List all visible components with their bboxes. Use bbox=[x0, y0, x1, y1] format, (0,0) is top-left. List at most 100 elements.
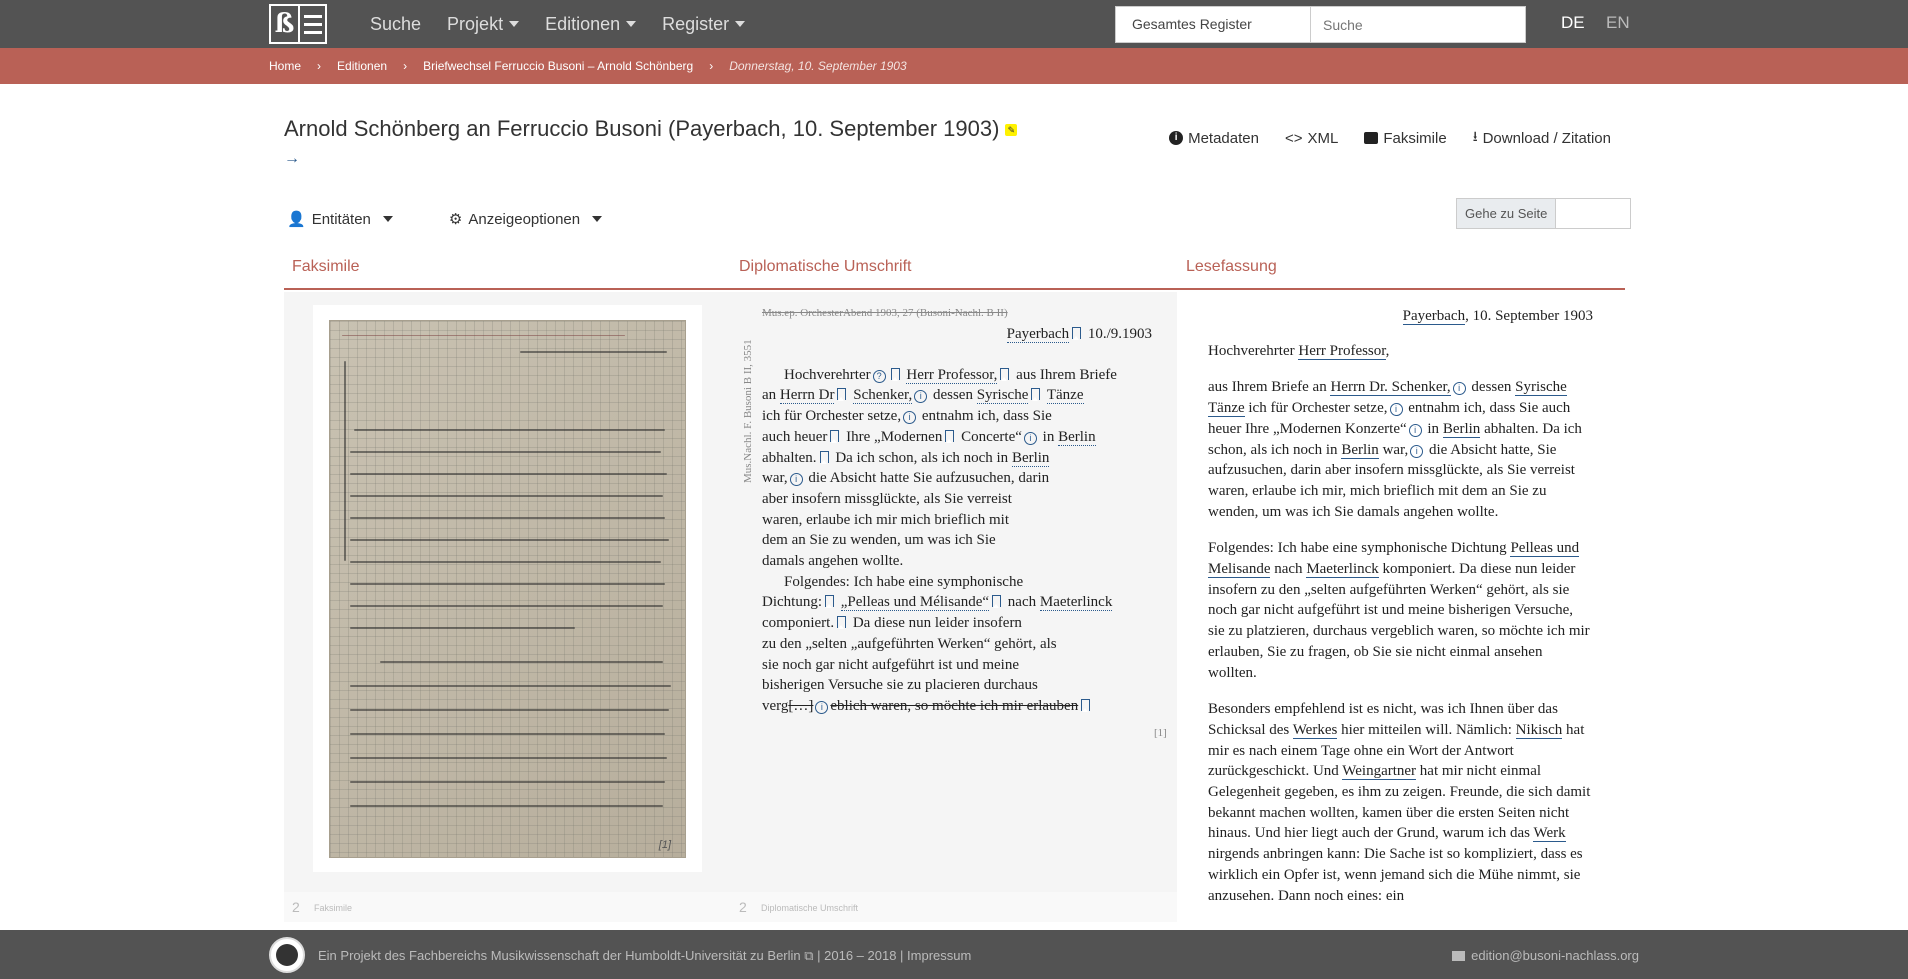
person-link[interactable]: Maeterlinck bbox=[1306, 561, 1379, 579]
breadcrumb-home[interactable]: Home bbox=[269, 59, 301, 73]
place-link[interactable]: Berlin bbox=[1058, 428, 1096, 446]
bookmark-icon[interactable] bbox=[1081, 698, 1091, 712]
person-link[interactable]: Schenker, bbox=[853, 387, 913, 405]
reading-text-span: war, bbox=[1378, 441, 1409, 458]
work-link[interactable]: Werkes bbox=[1292, 721, 1338, 739]
info-icon[interactable]: i bbox=[903, 411, 917, 425]
work-link[interactable]: „Pelleas und Mélisande“ bbox=[840, 594, 990, 612]
caret-down-icon bbox=[735, 21, 746, 27]
info-icon[interactable]: i bbox=[1410, 444, 1424, 458]
diplo-text: Dichtung: bbox=[762, 594, 822, 611]
handwriting-line bbox=[350, 627, 575, 629]
breadcrumb-correspondence[interactable]: Briefwechsel Ferruccio Busoni – Arnold S… bbox=[423, 59, 693, 73]
person-link[interactable]: Maeterlinck bbox=[1039, 594, 1113, 612]
diplo-text: verg bbox=[762, 697, 789, 714]
bookmark-icon[interactable] bbox=[819, 450, 829, 464]
info-icon[interactable]: i bbox=[1408, 423, 1422, 437]
xml-button[interactable]: <> XML bbox=[1285, 126, 1338, 150]
handwriting-line bbox=[350, 805, 663, 807]
bookmark-icon[interactable] bbox=[837, 388, 847, 402]
breadcrumb-separator: › bbox=[317, 59, 322, 73]
image-icon bbox=[1364, 132, 1379, 144]
handwriting-line bbox=[520, 351, 667, 353]
reading-paragraph: aus Ihrem Briefe an Herrn Dr. Schenker, i… bbox=[1208, 377, 1593, 522]
bookmark-icon[interactable] bbox=[825, 595, 834, 609]
logo-lines-icon bbox=[298, 6, 325, 42]
bookmark-icon[interactable] bbox=[837, 616, 847, 630]
page-2-diplomatic-label: Diplomatische Umschrift bbox=[761, 903, 859, 913]
breadcrumb-editionen[interactable]: Editionen bbox=[337, 59, 387, 73]
person-link[interactable]: Nikisch bbox=[1515, 721, 1563, 739]
info-icon[interactable]: i bbox=[789, 473, 803, 487]
question-icon[interactable]: ? bbox=[872, 369, 886, 383]
caret-down-icon bbox=[592, 216, 603, 222]
page-title-text: Arnold Schönberg an Ferruccio Busoni (Pa… bbox=[284, 116, 1000, 141]
work-link[interactable]: Tänze bbox=[1046, 387, 1084, 405]
bookmark-icon[interactable] bbox=[992, 595, 1002, 609]
handwriting-line bbox=[350, 605, 663, 607]
metadata-button[interactable]: i Metadaten bbox=[1169, 126, 1259, 150]
diplo-line: aber insofern missglückte, als Sie verre… bbox=[762, 490, 1012, 507]
nav-suche[interactable]: Suche bbox=[370, 14, 421, 35]
handwriting-line bbox=[350, 781, 665, 783]
work-link[interactable]: Syrische bbox=[976, 387, 1029, 405]
entities-label: Entitäten bbox=[311, 210, 371, 228]
breadcrumb-bar: Home › Editionen › Briefwechsel Ferrucci… bbox=[0, 48, 1908, 84]
place-link[interactable]: Payerbach bbox=[1006, 326, 1070, 343]
person-link[interactable]: Herrn Dr. Schenker, bbox=[1330, 379, 1451, 397]
bookmark-icon[interactable] bbox=[1031, 388, 1041, 402]
goto-page-input[interactable] bbox=[1556, 199, 1631, 228]
facsimile-button[interactable]: Faksimile bbox=[1364, 126, 1447, 150]
info-icon[interactable]: i bbox=[1389, 403, 1403, 417]
display-options-dropdown[interactable]: ⚙ Anzeigeoptionen bbox=[449, 210, 603, 228]
entities-dropdown[interactable]: 👤 Entitäten bbox=[287, 210, 393, 228]
place-link[interactable]: Berlin bbox=[1442, 420, 1481, 438]
footer-email[interactable]: edition@busoni-nachlass.org bbox=[1452, 948, 1639, 963]
person-link[interactable]: Herr Professor bbox=[1298, 342, 1386, 360]
bookmark-icon[interactable] bbox=[830, 429, 840, 443]
next-letter-arrow[interactable]: → bbox=[284, 150, 300, 168]
bookmark-icon[interactable] bbox=[890, 367, 900, 381]
person-link[interactable]: Herrn Dr bbox=[779, 387, 835, 405]
search-input[interactable] bbox=[1311, 6, 1526, 43]
lang-en[interactable]: EN bbox=[1606, 13, 1630, 33]
place-link[interactable]: Payerbach bbox=[1402, 308, 1466, 325]
reading-paragraph: Folgendes: Ich habe eine symphonische Di… bbox=[1208, 538, 1593, 683]
diplo-line: bisherigen Versuche sie zu placieren dur… bbox=[762, 677, 1038, 694]
info-icon[interactable]: i bbox=[914, 390, 928, 404]
search-scope-select[interactable]: Gesamtes Register bbox=[1115, 6, 1311, 43]
nav-projekt[interactable]: Projekt bbox=[447, 14, 520, 35]
diplo-line: abhalten. Da ich schon, als ich noch in … bbox=[762, 448, 1152, 469]
info-icon[interactable]: i bbox=[815, 700, 829, 714]
lang-de[interactable]: DE bbox=[1561, 13, 1585, 33]
bookmark-icon[interactable] bbox=[945, 429, 955, 443]
facsimile-image[interactable]: [1] bbox=[329, 320, 686, 858]
reading-text-span: nirgends anbringen kann: Die Sache ist s… bbox=[1208, 846, 1583, 904]
site-logo[interactable]: ß bbox=[269, 4, 327, 44]
info-icon[interactable]: i bbox=[1452, 382, 1466, 396]
bookmark-icon[interactable] bbox=[1000, 367, 1010, 381]
place-link[interactable]: Berlin bbox=[1341, 441, 1379, 459]
tab-faksimile[interactable]: Faksimile bbox=[292, 258, 360, 276]
work-link[interactable]: Werk bbox=[1533, 825, 1566, 843]
key-icon[interactable]: ✎ bbox=[1005, 124, 1018, 136]
tab-diplomatische-umschrift[interactable]: Diplomatische Umschrift bbox=[739, 258, 911, 276]
reading-text-span: in bbox=[1423, 420, 1443, 437]
person-link[interactable]: Weingartner bbox=[1342, 763, 1417, 781]
view-toolbar: 👤 Entitäten ⚙ Anzeigeoptionen bbox=[287, 210, 603, 228]
place-link[interactable]: Berlin bbox=[1011, 449, 1050, 467]
info-icon[interactable]: i bbox=[1023, 431, 1037, 445]
metadata-label: Metadaten bbox=[1188, 129, 1259, 147]
breadcrumb-separator: › bbox=[709, 59, 714, 73]
download-button[interactable]: ⭳ Download / Zitation bbox=[1473, 126, 1611, 150]
nav-register[interactable]: Register bbox=[662, 14, 746, 35]
footer-text[interactable]: Ein Projekt des Fachbereichs Musikwissen… bbox=[318, 948, 971, 964]
university-seal-icon[interactable] bbox=[269, 937, 305, 973]
tab-lesefassung[interactable]: Lesefassung bbox=[1186, 258, 1277, 276]
bookmark-icon[interactable] bbox=[1072, 327, 1082, 340]
person-link[interactable]: Herr Professor, bbox=[906, 366, 998, 384]
reading-date: , 10. September 1903 bbox=[1465, 308, 1593, 324]
nav-editionen[interactable]: Editionen bbox=[545, 14, 637, 35]
paper-grid bbox=[330, 321, 685, 857]
diplo-line: Folgendes: Ich habe eine symphonische bbox=[784, 573, 1024, 590]
